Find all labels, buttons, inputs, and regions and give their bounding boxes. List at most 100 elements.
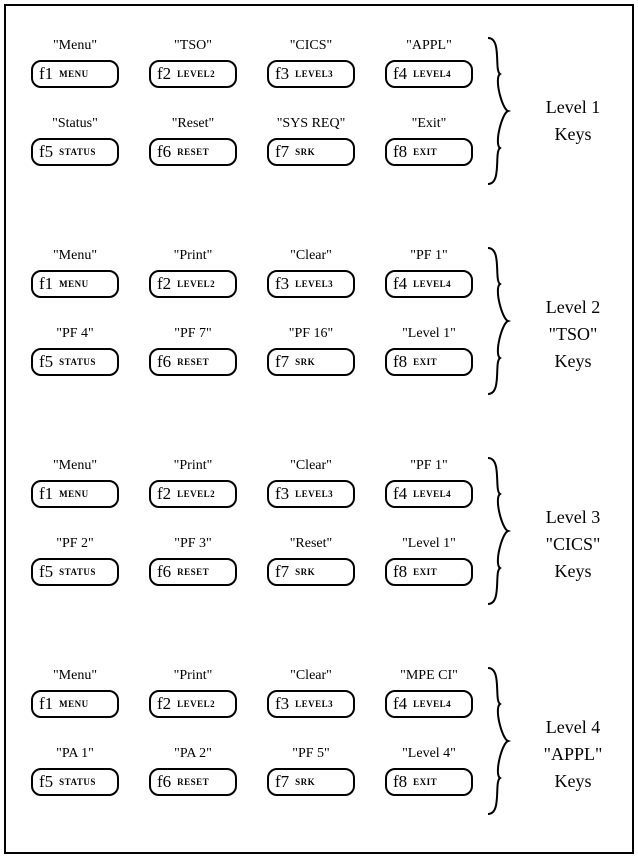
- key-cell: "CICS"f3LEVEL3: [252, 38, 370, 88]
- function-key[interactable]: f2LEVEL2: [149, 480, 237, 508]
- function-key[interactable]: f4LEVEL4: [385, 690, 473, 718]
- key-cell: "Clear"f3LEVEL3: [252, 248, 370, 298]
- key-caption: "Level 1": [402, 326, 456, 344]
- key-word: RESET: [177, 777, 209, 787]
- key-cell: "Print" f2LEVEL2: [134, 458, 252, 508]
- function-key[interactable]: f2LEVEL2: [149, 60, 237, 88]
- function-key[interactable]: f1MENU: [31, 270, 119, 298]
- function-key[interactable]: f4LEVEL4: [385, 480, 473, 508]
- level-title-line: Level 3: [518, 504, 628, 531]
- function-key[interactable]: f2LEVEL2: [149, 270, 237, 298]
- key-word: EXIT: [413, 777, 437, 787]
- key-caption: "Print": [174, 668, 213, 686]
- key-caption: "Status": [52, 116, 98, 134]
- level-title-line: Keys: [518, 558, 628, 585]
- function-key[interactable]: f3LEVEL3: [267, 270, 355, 298]
- key-caption: "PF 5": [292, 746, 330, 764]
- key-cell: "Menu"f1MENU: [16, 668, 134, 718]
- key-word: STATUS: [59, 777, 96, 787]
- key-fnum: f6: [157, 562, 171, 582]
- key-cell: "Menu"f1MENU: [16, 38, 134, 88]
- function-key[interactable]: f5STATUS: [31, 348, 119, 376]
- key-cell: "Level 1" f8EXIT: [370, 536, 488, 586]
- key-cell: "PF 3"f6RESET: [134, 536, 252, 586]
- key-word: EXIT: [413, 567, 437, 577]
- function-key[interactable]: f1MENU: [31, 480, 119, 508]
- key-caption: "Exit": [412, 116, 447, 134]
- key-caption: "Level 4": [402, 746, 456, 764]
- key-word: LEVEL2: [177, 489, 215, 499]
- key-cell: "Print" f2LEVEL2: [134, 668, 252, 718]
- function-key[interactable]: f1MENU: [31, 60, 119, 88]
- key-fnum: f3: [275, 64, 289, 84]
- function-key[interactable]: f6 RESET: [149, 348, 237, 376]
- function-key[interactable]: f7SRK: [267, 558, 355, 586]
- key-word: SRK: [295, 147, 315, 157]
- function-key[interactable]: f6RESET: [149, 558, 237, 586]
- key-fnum: f8: [393, 142, 407, 162]
- brace-icon: [484, 666, 512, 816]
- function-key[interactable]: f8EXIT: [385, 558, 473, 586]
- function-key[interactable]: f6RESET: [149, 768, 237, 796]
- key-cell: "MPE CI"f4LEVEL4: [370, 668, 488, 718]
- function-key[interactable]: f8 EXIT: [385, 138, 473, 166]
- key-caption: "PA 1": [56, 746, 94, 764]
- key-fnum: f5: [39, 352, 53, 372]
- key-word: LEVEL3: [295, 69, 333, 79]
- key-caption: "PF 7": [174, 326, 212, 344]
- key-cell: "Reset"f7SRK: [252, 536, 370, 586]
- key-caption: "Print": [174, 458, 213, 476]
- function-key[interactable]: f3LEVEL3: [267, 690, 355, 718]
- function-key[interactable]: f8EXIT: [385, 768, 473, 796]
- key-fnum: f2: [157, 274, 171, 294]
- function-key[interactable]: f3 LEVEL3: [267, 60, 355, 88]
- key-fnum: f1: [39, 64, 53, 84]
- key-word: RESET: [177, 357, 209, 367]
- level-title-line: Level 1: [518, 94, 628, 121]
- level-title-line: Level 4: [518, 714, 628, 741]
- function-key[interactable]: f3LEVEL3: [267, 480, 355, 508]
- function-key[interactable]: f5STATUS: [31, 138, 119, 166]
- level-title-line: "CICS": [518, 531, 628, 558]
- key-caption: "Clear": [290, 668, 332, 686]
- key-cell: "PF 1"f4LEVEL4: [370, 458, 488, 508]
- key-row: "Menu"f1MENU "Print" f2LEVEL2 "Clear" f3LEVE…: [6, 668, 632, 718]
- key-caption: "PF 2": [56, 536, 94, 554]
- function-key[interactable]: f1MENU: [31, 690, 119, 718]
- function-key[interactable]: f5 STATUS: [31, 768, 119, 796]
- function-key[interactable]: f8EXIT: [385, 348, 473, 376]
- key-cell: "Level 1" f8EXIT: [370, 326, 488, 376]
- brace-icon: [484, 456, 512, 606]
- function-key[interactable]: f4LEVEL4: [385, 270, 473, 298]
- level-block-2: "Menu"f1MENU"Print"f2LEVEL2"Clear"f3LEVE…: [6, 248, 632, 376]
- key-word: EXIT: [413, 147, 437, 157]
- key-cell: "APPL"f4LEVEL4: [370, 38, 488, 88]
- function-key[interactable]: f5STATUS: [31, 558, 119, 586]
- key-row: "Menu"f1MENU"Print"f2LEVEL2"Clear"f3LEVE…: [6, 248, 632, 298]
- key-cell: "Clear" f3LEVEL3: [252, 458, 370, 508]
- key-caption: "PA 2": [174, 746, 212, 764]
- function-key[interactable]: f4LEVEL4: [385, 60, 473, 88]
- key-word: EXIT: [413, 357, 437, 367]
- function-key[interactable]: f7SRK: [267, 768, 355, 796]
- brace-icon: [484, 246, 512, 396]
- key-cell: "Reset"f6RESET: [134, 116, 252, 166]
- key-fnum: f5: [39, 772, 53, 792]
- key-fnum: f7: [275, 142, 289, 162]
- level-title-line: Keys: [518, 348, 628, 375]
- level-title-line: Level 2: [518, 294, 628, 321]
- key-caption: "SYS REQ": [277, 116, 346, 134]
- function-key[interactable]: f6RESET: [149, 138, 237, 166]
- key-word: SRK: [295, 777, 315, 787]
- key-caption: "Level 1": [402, 536, 456, 554]
- key-row: "Menu"f1MENU"TSO"f2LEVEL2"CICS"f3LEVEL3"…: [6, 38, 632, 88]
- key-caption: "PF 16": [289, 326, 334, 344]
- key-fnum: f4: [393, 694, 407, 714]
- level-block-4: "Menu"f1MENU "Print" f2LEVEL2 "Clear" f3LEVE…: [6, 668, 632, 796]
- key-fnum: f6: [157, 352, 171, 372]
- key-caption: "Clear": [290, 458, 332, 476]
- function-key[interactable]: f2LEVEL2: [149, 690, 237, 718]
- key-fnum: f3: [275, 274, 289, 294]
- function-key[interactable]: f7 SRK: [267, 138, 355, 166]
- function-key[interactable]: f7SRK: [267, 348, 355, 376]
